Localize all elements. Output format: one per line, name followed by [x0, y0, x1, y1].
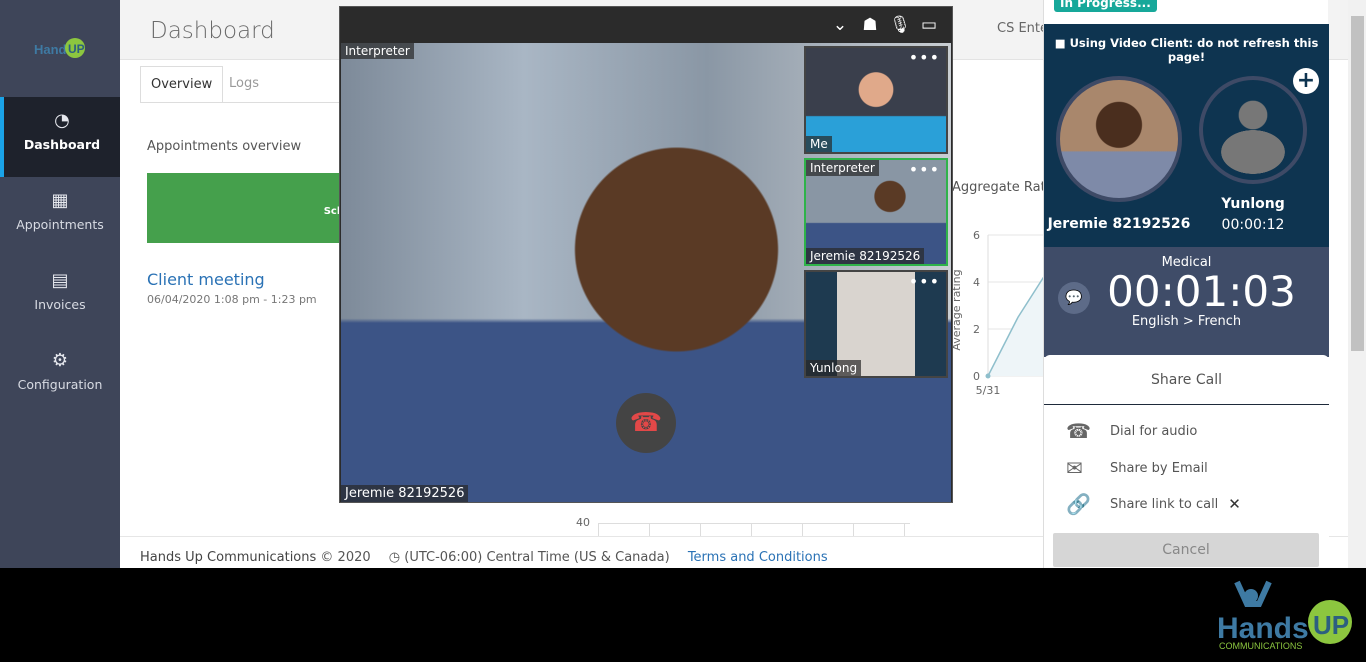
more-options-icon[interactable]: •••: [909, 48, 940, 67]
share-call-title: Share Call: [1044, 355, 1329, 405]
svg-text:UP: UP: [1313, 610, 1349, 640]
svg-text:COMMUNICATIONS: COMMUNICATIONS: [1219, 641, 1302, 651]
thumbnail-name: Yunlong: [806, 360, 862, 376]
interpreter-avatar: [1056, 76, 1182, 202]
timezone: (UTC-06:00) Central Time (US & Canada): [404, 550, 670, 565]
status-badge: In Progress...: [1054, 0, 1157, 12]
chevron-down-icon[interactable]: ⌄: [829, 15, 851, 35]
share-call-dialog: Share Call ☎ Dial for audio ✉ Share by Ema…: [1044, 355, 1329, 568]
copyright: © 2020: [320, 550, 371, 565]
thumbnail-name: Jeremie 82192526: [806, 248, 925, 264]
main-name-label: Jeremie 82192526: [341, 485, 469, 502]
sidebar: Hands UP ◔ Dashboard ▦ Appointments ▤ Invoic…: [0, 0, 120, 568]
y-tick-label: 4: [973, 276, 980, 289]
envelope-icon: ✉: [1066, 456, 1083, 480]
sidebar-item-label: Configuration: [17, 377, 103, 392]
lower-chart-tick: 40: [576, 516, 590, 529]
phone-keypad-icon: ☎: [1066, 419, 1091, 443]
main-role-label: Interpreter: [341, 43, 414, 59]
hang-up-button[interactable]: ☎: [616, 393, 676, 453]
remove-link-icon[interactable]: ✕: [1228, 495, 1241, 513]
page-scrollbar[interactable]: [1348, 0, 1366, 568]
video-warning: ■ Using Video Client: do not refresh thi…: [1044, 36, 1329, 64]
sidebar-item-label: Invoices: [34, 297, 86, 312]
tab-overview[interactable]: Overview: [140, 66, 224, 103]
dial-for-audio-option[interactable]: ☎ Dial for audio: [1066, 419, 1197, 443]
chat-icon[interactable]: 💬: [1058, 282, 1090, 314]
client-avatar: [1199, 76, 1307, 184]
video-camera-icon: ■: [1054, 36, 1070, 50]
thumbnail-yunlong[interactable]: ••• Yunlong: [804, 270, 948, 378]
sidebar-item-label: Dashboard: [23, 137, 101, 152]
participants-section: ■ Using Video Client: do not refresh thi…: [1044, 24, 1329, 247]
invoice-icon: ▤: [51, 270, 69, 291]
appointment-time: 06/04/2020 1:08 pm - 1:23 pm: [147, 293, 317, 306]
scrollbar-thumb[interactable]: [1351, 16, 1364, 351]
share-link-option[interactable]: 🔗 Share link to call ✕: [1066, 492, 1241, 516]
fullscreen-icon[interactable]: ▭: [918, 15, 940, 35]
option-label: Share link to call: [1110, 496, 1219, 512]
share-by-email-option[interactable]: ✉ Share by Email: [1066, 456, 1208, 480]
section-heading: Appointments overview: [147, 139, 302, 154]
gear-icon: ⚙: [51, 350, 69, 371]
y-tick-label: 6: [973, 229, 980, 242]
sidebar-item-configuration[interactable]: ⚙ Configuration: [0, 337, 120, 417]
calendar-icon: ▦: [51, 190, 69, 211]
appointment-link[interactable]: Client meeting: [147, 270, 265, 289]
microphone-icon[interactable]: 🎙: [889, 15, 911, 35]
client-time: 00:00:12: [1221, 217, 1285, 233]
rating-area: [988, 270, 1048, 376]
data-point: [985, 373, 991, 379]
sidebar-item-appointments[interactable]: ▦ Appointments: [0, 177, 120, 257]
incognito-icon[interactable]: ☗: [859, 15, 881, 35]
dashboard-icon: ◔: [54, 110, 70, 131]
tab-logs[interactable]: Logs: [219, 66, 269, 103]
x-tick-label: 5/31: [976, 384, 1001, 397]
thumbnail-name: Me: [806, 136, 832, 152]
scheduled-count-card[interactable]: 1 Schedu: [147, 173, 347, 243]
call-timer-section: Medical 💬 00:01:03 English > French: [1044, 247, 1329, 357]
video-call-window: ⌄ ☗ 🎙 ▭ Interpreter Jeremie 82192526 ☎ •…: [339, 6, 953, 503]
scheduled-count: 1: [147, 181, 347, 206]
call-timer: 00:01:03: [1107, 267, 1296, 316]
thumbnail-interpreter[interactable]: Interpreter ••• Jeremie 82192526: [804, 158, 948, 266]
sidebar-logo: HandsUP: [34, 38, 85, 58]
client-name: Yunlong: [1221, 196, 1285, 212]
cancel-button[interactable]: Cancel: [1053, 533, 1319, 567]
chart-title: Aggregate Rati: [952, 180, 1050, 195]
thumbnail-me[interactable]: ••• Me: [804, 46, 948, 154]
more-options-icon[interactable]: •••: [909, 272, 940, 291]
sidebar-item-invoices[interactable]: ▤ Invoices: [0, 257, 120, 337]
phone-hangup-icon: ☎: [629, 408, 663, 438]
sidebar-item-label: Appointments: [16, 217, 104, 232]
option-label: Share by Email: [1110, 460, 1208, 476]
y-tick-label: 0: [973, 370, 980, 383]
clock-icon: ◷: [388, 550, 401, 565]
y-tick-label: 2: [973, 323, 980, 336]
warning-text: Using Video Client: do not refresh this …: [1069, 36, 1319, 64]
company-name: Hands Up Communications: [140, 550, 317, 565]
thumbnail-role: Interpreter: [806, 160, 879, 176]
svg-text:UP: UP: [68, 42, 85, 56]
interpreter-name: Jeremie 82192526: [1047, 216, 1191, 232]
add-participant-button[interactable]: +: [1293, 68, 1319, 94]
link-icon: 🔗: [1066, 492, 1091, 516]
terms-link[interactable]: Terms and Conditions: [688, 550, 828, 565]
handsup-logo: Hands UP COMMUNICATIONS: [1217, 580, 1352, 651]
org-name[interactable]: CS Ente: [997, 21, 1048, 36]
option-label: Dial for audio: [1110, 423, 1198, 439]
more-options-icon[interactable]: •••: [909, 160, 940, 179]
call-panel: In Progress... ■ Using Video Client: do …: [1043, 0, 1329, 568]
call-languages: English > French: [1131, 314, 1242, 329]
sidebar-item-dashboard[interactable]: ◔ Dashboard: [0, 97, 120, 177]
page-title: Dashboard: [150, 18, 275, 44]
lower-chart-grid: [598, 523, 910, 536]
rating-chart: Average rating64205/31: [950, 229, 1050, 397]
video-toolbar: ⌄ ☗ 🎙 ▭: [340, 7, 952, 43]
scheduled-label: Schedu: [323, 206, 347, 217]
